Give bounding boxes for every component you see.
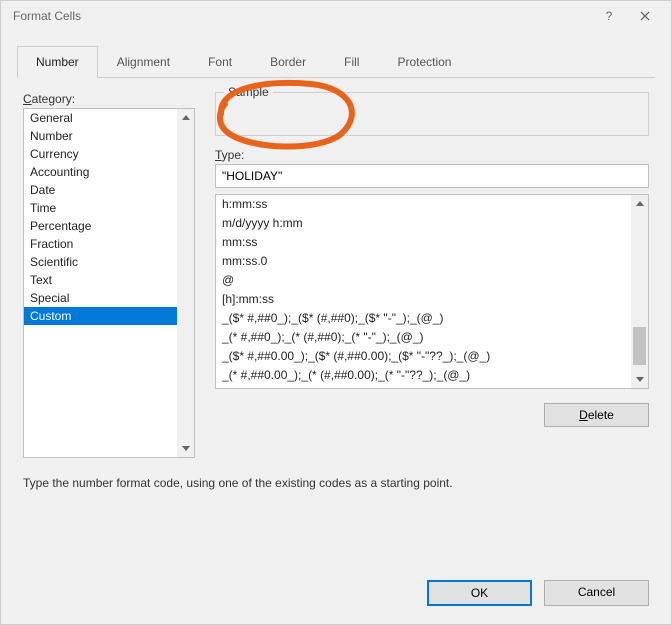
format-item[interactable]: mm:ss.0 — [216, 252, 631, 271]
format-item[interactable]: _($* #,##0_);_($* (#,##0);_($* "-"_);_(@… — [216, 309, 631, 328]
cancel-button[interactable]: Cancel — [544, 580, 649, 606]
delete-button[interactable]: Delete — [544, 403, 649, 427]
category-item-percentage[interactable]: Percentage — [24, 217, 177, 235]
tab-protection[interactable]: Protection — [378, 46, 470, 78]
category-item-time[interactable]: Time — [24, 199, 177, 217]
category-item-general[interactable]: General — [24, 109, 177, 127]
tab-fill[interactable]: Fill — [325, 46, 378, 78]
category-label: Category: — [23, 92, 195, 106]
dialog-title: Format Cells — [13, 9, 591, 23]
scroll-down-icon[interactable] — [177, 440, 194, 457]
format-item[interactable]: @ — [216, 271, 631, 290]
format-item[interactable]: _(* #,##0_);_(* (#,##0);_(* "-"_);_(@_) — [216, 328, 631, 347]
tab-alignment[interactable]: Alignment — [98, 46, 189, 78]
right-column: Sample Type: h:mm:ss m/d/yyyy h:mm mm:ss… — [215, 92, 649, 458]
delete-row: Delete — [215, 403, 649, 427]
category-column: Category: General Number Currency Accoun… — [23, 92, 195, 458]
sample-box: Sample — [215, 92, 649, 136]
scroll-down-icon[interactable] — [631, 371, 648, 388]
close-icon — [640, 11, 650, 21]
sample-label: Sample — [224, 85, 273, 99]
category-item-currency[interactable]: Currency — [24, 145, 177, 163]
titlebar: Format Cells ? — [1, 1, 671, 31]
format-item[interactable]: h:mm:ss — [216, 195, 631, 214]
tab-font[interactable]: Font — [189, 46, 251, 78]
scroll-track[interactable] — [177, 126, 194, 440]
scroll-up-icon[interactable] — [177, 109, 194, 126]
scroll-up-icon[interactable] — [631, 195, 648, 212]
category-item-fraction[interactable]: Fraction — [24, 235, 177, 253]
category-item-special[interactable]: Special — [24, 289, 177, 307]
help-button[interactable]: ? — [591, 2, 627, 30]
tab-border[interactable]: Border — [251, 46, 325, 78]
tab-strip: Number Alignment Font Border Fill Protec… — [17, 45, 655, 78]
format-scrollbar[interactable] — [631, 195, 648, 388]
format-item[interactable]: _(* #,##0.00_);_(* (#,##0.00);_(* "-"??_… — [216, 366, 631, 385]
tab-number[interactable]: Number — [17, 46, 98, 78]
format-item[interactable]: m/d/yyyy h:mm — [216, 214, 631, 233]
category-listbox[interactable]: General Number Currency Accounting Date … — [23, 108, 195, 458]
footer: OK Cancel — [1, 570, 671, 624]
type-label: Type: — [215, 148, 649, 162]
format-item[interactable]: [h]:mm:ss — [216, 290, 631, 309]
content-area: Category: General Number Currency Accoun… — [1, 78, 671, 570]
category-item-custom[interactable]: Custom — [24, 307, 177, 325]
format-listbox[interactable]: h:mm:ss m/d/yyyy h:mm mm:ss mm:ss.0 @ [h… — [215, 194, 649, 389]
category-items: General Number Currency Accounting Date … — [24, 109, 177, 457]
format-item[interactable]: _($* #,##0.00_);_($* (#,##0.00);_($* "-"… — [216, 347, 631, 366]
close-button[interactable] — [627, 2, 663, 30]
category-item-text[interactable]: Text — [24, 271, 177, 289]
scroll-track[interactable] — [631, 212, 648, 371]
category-scrollbar[interactable] — [177, 109, 194, 457]
main-row: Category: General Number Currency Accoun… — [23, 92, 649, 458]
hint-text: Type the number format code, using one o… — [23, 476, 649, 490]
format-cells-dialog: Format Cells ? Number Alignment Font Bor… — [0, 0, 672, 625]
scroll-thumb[interactable] — [633, 327, 646, 365]
ok-button[interactable]: OK — [427, 580, 532, 606]
format-item[interactable]: mm/dd/yy;@ — [216, 385, 631, 389]
format-items: h:mm:ss m/d/yyyy h:mm mm:ss mm:ss.0 @ [h… — [216, 195, 631, 388]
category-item-accounting[interactable]: Accounting — [24, 163, 177, 181]
category-item-number[interactable]: Number — [24, 127, 177, 145]
category-item-date[interactable]: Date — [24, 181, 177, 199]
type-input[interactable] — [215, 164, 649, 188]
format-item[interactable]: mm:ss — [216, 233, 631, 252]
help-icon: ? — [606, 9, 613, 23]
category-item-scientific[interactable]: Scientific — [24, 253, 177, 271]
